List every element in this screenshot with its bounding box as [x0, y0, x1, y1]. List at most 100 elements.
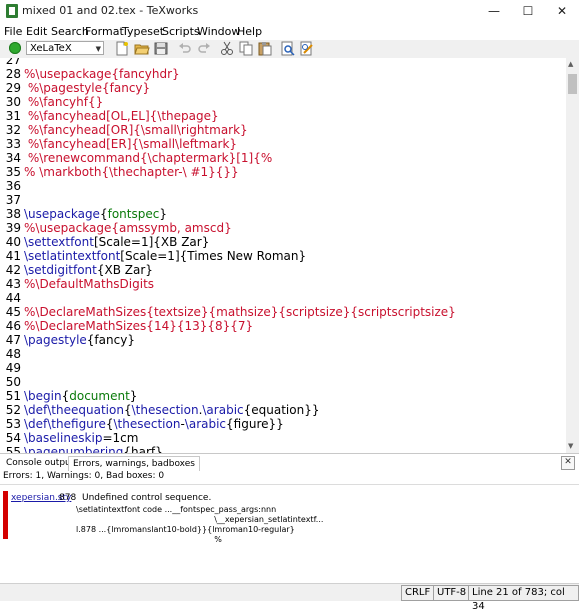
scroll-down-icon[interactable]: ▼ — [568, 442, 573, 450]
code-line[interactable]: 36 — [0, 179, 566, 193]
code-line[interactable]: 34 %\renewcommand{\chaptermark}[1]{% — [0, 151, 566, 165]
code-line[interactable]: 40 \settextfont[Scale=1]{XB Zar} — [0, 235, 566, 249]
code-line[interactable]: 48 — [0, 347, 566, 361]
scroll-up-icon[interactable]: ▲ — [568, 60, 573, 68]
code-line[interactable]: 30 %\fancyhf{} — [0, 95, 566, 109]
code-line[interactable]: 46 %\DeclareMathSizes{14}{13}{8}{7} — [0, 319, 566, 333]
menu-search[interactable]: Search — [51, 25, 89, 38]
engine-select-value: XeLaTeX — [30, 43, 72, 54]
tab-errors-warnings[interactable]: Errors, warnings, badboxes — [68, 456, 200, 471]
code-token: \begin — [24, 389, 62, 403]
find-icon[interactable] — [280, 41, 296, 56]
code-text: \baselineskip=1cm — [24, 431, 138, 445]
new-document-icon[interactable] — [114, 41, 130, 56]
code-line[interactable]: 35% \markboth{\thechapter-\ #1}{}} — [0, 165, 566, 179]
typeset-play-icon[interactable] — [9, 42, 21, 54]
code-line[interactable]: 28 %\usepackage{fancyhdr} — [0, 67, 566, 81]
code-token: [Scale=1]{Times New Roman} — [120, 249, 307, 263]
code-token: } — [159, 207, 167, 221]
code-line[interactable]: 33 %\fancyhead[ER]{\small\leftmark} — [0, 137, 566, 151]
code-line[interactable]: 53 \def\thefigure{\thesection-\arabic{fig… — [0, 417, 566, 431]
line-number: 31 — [5, 109, 21, 123]
code-text: \pagenumbering{harf} — [24, 445, 163, 453]
line-number: 35 — [5, 165, 21, 179]
line-number: 54 — [5, 431, 21, 445]
code-line[interactable]: 45 %\DeclareMathSizes{textsize}{mathsize}… — [0, 305, 566, 319]
code-token: % \markboth{\thechapter-\ #1}{}} — [24, 165, 239, 179]
texworks-app-icon — [6, 4, 18, 18]
code-token: } — [129, 389, 138, 403]
code-line[interactable]: 37 — [0, 193, 566, 207]
maximize-button[interactable]: ☐ — [511, 0, 545, 22]
code-text: \setlatintextfont[Scale=1]{Times New Rom… — [24, 249, 306, 263]
replace-icon[interactable] — [299, 41, 315, 56]
minimize-button[interactable]: — — [477, 0, 511, 22]
code-line[interactable]: 47 \pagestyle{fancy} — [0, 333, 566, 347]
line-number: 41 — [5, 249, 21, 263]
menu-file[interactable]: File — [4, 25, 22, 38]
copy-icon[interactable] — [238, 41, 254, 56]
menu-format[interactable]: Format — [85, 25, 124, 38]
code-line[interactable]: 42 \setdigitfont{XB Zar} — [0, 263, 566, 277]
line-number: 28 — [5, 67, 21, 81]
code-line[interactable]: 39 %\usepackage{amssymb, amscd} — [0, 221, 566, 235]
cursor-position: Line 21 of 783; col 34 — [468, 585, 579, 612]
code-token: %\DefaultMathsDigits — [24, 277, 155, 291]
paste-icon[interactable] — [257, 41, 273, 56]
code-editor[interactable]: 27 28 %\usepackage{fancyhdr} 29 %\pagestyle… — [0, 58, 566, 453]
code-line[interactable]: 32 %\fancyhead[OR]{\small\rightmark} — [0, 123, 566, 137]
menu-scripts[interactable]: Scripts — [162, 25, 200, 38]
code-text: %\DeclareMathSizes{textsize}{mathsize}{s… — [24, 305, 456, 319]
code-line[interactable]: 52 \def\theequation{\thesection.\arabic{e… — [0, 403, 566, 417]
menu-edit[interactable]: Edit — [26, 25, 47, 38]
line-number: 27 — [5, 58, 21, 67]
code-line[interactable]: 55 \pagenumbering{harf} — [0, 445, 566, 453]
code-token: { — [99, 207, 108, 221]
error-marker — [3, 491, 8, 539]
code-line[interactable]: 49 — [0, 361, 566, 375]
scrollbar-thumb[interactable] — [568, 74, 577, 94]
code-text: \settextfont[Scale=1]{XB Zar} — [24, 235, 209, 249]
code-token: {harf} — [123, 445, 163, 453]
menu-bar: File Edit Search Format Typeset Scripts … — [0, 22, 579, 40]
code-line[interactable]: 31 %\fancyhead[OL,EL]{\thepage} — [0, 109, 566, 123]
window-title: mixed 01 and 02.tex - TeXworks — [22, 4, 199, 17]
code-line[interactable]: 44 — [0, 291, 566, 305]
line-number: 36 — [5, 179, 21, 193]
undo-icon[interactable] — [177, 41, 193, 56]
code-text: % \markboth{\thechapter-\ #1}{}} — [24, 165, 239, 179]
editor-scrollbar[interactable]: ▲ ▼ — [566, 58, 579, 453]
redo-icon[interactable] — [196, 41, 212, 56]
menu-window[interactable]: Window — [197, 25, 240, 38]
code-token: \settextfont — [24, 235, 94, 249]
line-number: 39 — [5, 221, 21, 235]
code-token: %\pagestyle{fancy} — [24, 81, 151, 95]
code-token: %\renewcommand{\chaptermark}[1]{% — [24, 151, 273, 165]
engine-select[interactable]: XeLaTeX ▼ — [26, 41, 104, 55]
save-icon[interactable] — [153, 41, 169, 56]
code-line[interactable]: 54 \baselineskip=1cm — [0, 431, 566, 445]
menu-help[interactable]: Help — [237, 25, 262, 38]
tab-console-output[interactable]: Console output — [2, 456, 78, 470]
line-number: 44 — [5, 291, 21, 305]
code-line[interactable]: 38 \usepackage{fontspec} — [0, 207, 566, 221]
title-bar: mixed 01 and 02.tex - TeXworks — ☐ ✕ — [0, 0, 579, 22]
code-text: \setdigitfont{XB Zar} — [24, 263, 153, 277]
menu-typeset[interactable]: Typeset — [122, 25, 164, 38]
code-token: document — [69, 389, 130, 403]
code-line[interactable]: 41 \setlatintextfont[Scale=1]{Times New R… — [0, 249, 566, 263]
error-detail-line: \setlatintextfont code ...__fontspec_pas… — [76, 505, 277, 514]
code-line[interactable]: 50 — [0, 375, 566, 389]
code-line[interactable]: 29 %\pagestyle{fancy} — [0, 81, 566, 95]
code-line[interactable]: 43 %\DefaultMathsDigits — [0, 277, 566, 291]
encoding-indicator[interactable]: UTF-8 — [433, 585, 471, 601]
open-folder-icon[interactable] — [134, 41, 150, 56]
code-line[interactable]: 51 \begin{document} — [0, 389, 566, 403]
panel-close-button[interactable]: ✕ — [561, 456, 575, 470]
cut-icon[interactable] — [219, 41, 235, 56]
chevron-down-icon: ▼ — [95, 45, 101, 53]
code-token: \def\thefigure — [24, 417, 106, 431]
code-line[interactable]: 27 — [0, 58, 566, 67]
line-ending-indicator[interactable]: CRLF — [401, 585, 435, 601]
close-button[interactable]: ✕ — [545, 0, 579, 22]
